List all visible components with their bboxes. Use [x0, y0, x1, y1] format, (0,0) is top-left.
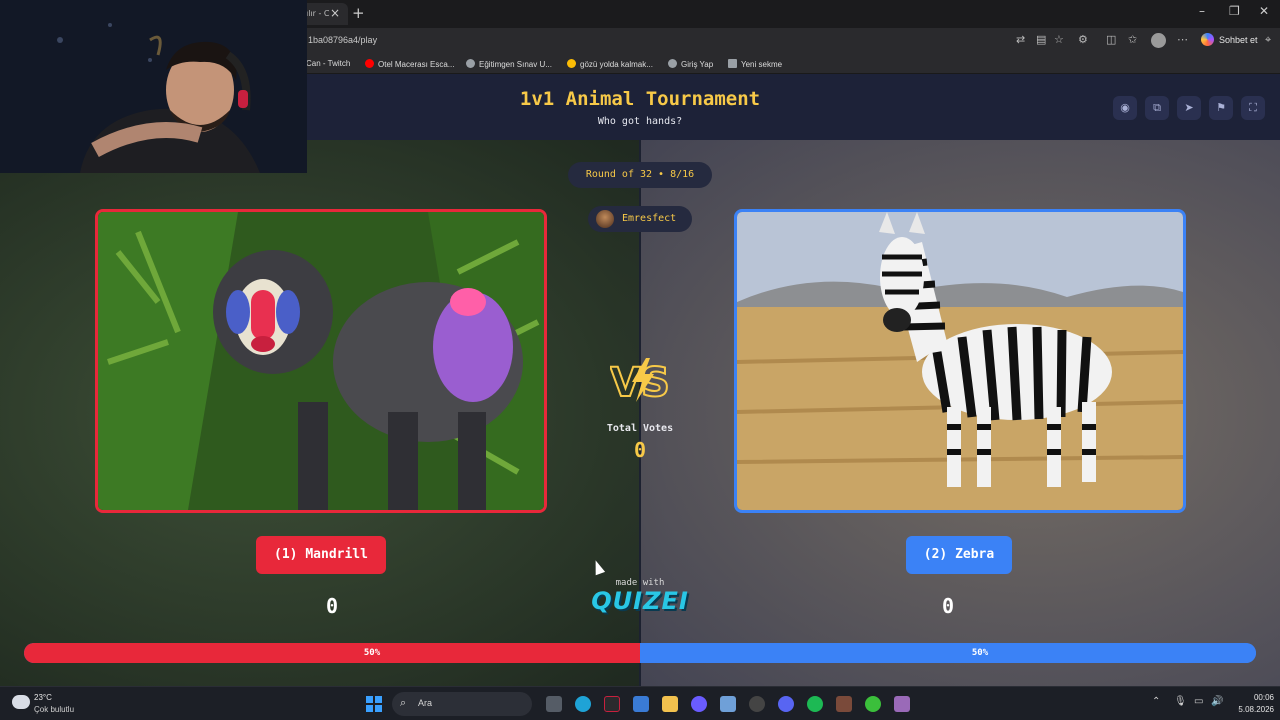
youtube-icon: [365, 59, 374, 68]
search-label: Ara: [418, 698, 433, 708]
flag-icon[interactable]: ⚑: [1209, 96, 1233, 120]
reader-icon[interactable]: ▤: [1036, 33, 1046, 46]
volume-icon[interactable]: 🔊: [1211, 696, 1223, 707]
game-icon[interactable]: [836, 696, 852, 712]
webcam-image: [0, 0, 307, 173]
close-tab-icon[interactable]: ×: [330, 6, 340, 20]
bookmark-item[interactable]: Giriş Yap: [668, 59, 713, 69]
network-icon[interactable]: ▭: [1194, 696, 1203, 707]
store-icon[interactable]: [633, 696, 649, 712]
send-icon[interactable]: ➤: [1177, 96, 1201, 120]
eye-icon[interactable]: ◉: [1113, 96, 1137, 120]
globe-icon: [668, 59, 677, 68]
weather-cloud-icon[interactable]: [12, 695, 30, 709]
share-icon[interactable]: ⧉: [1145, 96, 1169, 120]
more-menu-icon[interactable]: ⋯: [1177, 33, 1188, 46]
mandrill-card[interactable]: [95, 209, 547, 513]
quizei-logo[interactable]: QUIZEI: [580, 587, 700, 615]
vote-progress-bar: 50% 50%: [24, 643, 1256, 663]
search-icon: ⌕: [400, 696, 407, 709]
profile-avatar[interactable]: [1151, 33, 1166, 48]
round-indicator: Round of 32 • 8/16: [568, 162, 712, 188]
vs-icon: VS: [610, 358, 670, 404]
username: Emresfect: [622, 213, 677, 224]
zebra-vote-count: 0: [941, 594, 955, 618]
favorites-icon[interactable]: ✩: [1128, 33, 1137, 46]
mandrill-vote-count: 0: [325, 594, 339, 618]
new-tab-icon[interactable]: +: [352, 4, 365, 22]
task-view-icon[interactable]: [546, 696, 562, 712]
mandrill-image: [98, 212, 544, 510]
tab-title: ılır - C: [306, 9, 330, 18]
url-text[interactable]: 1ba08796a4/play: [308, 35, 377, 45]
weather-desc[interactable]: Çok bulutlu: [34, 705, 74, 714]
google-icon: [567, 59, 576, 68]
zebra-card[interactable]: [734, 209, 1186, 513]
user-badge: Emresfect: [588, 206, 692, 232]
steam-icon[interactable]: [749, 696, 765, 712]
favorite-star-icon[interactable]: ☆: [1054, 33, 1064, 46]
avatar: [596, 210, 614, 228]
microphone-icon[interactable]: 🎙: [1174, 696, 1187, 707]
minimize-icon[interactable]: –: [1199, 4, 1205, 18]
zebra-image: [737, 212, 1183, 510]
file-explorer-icon[interactable]: [662, 696, 678, 712]
bookmark-item[interactable]: gözü yolda kalmak...: [567, 59, 653, 69]
globe-icon: [466, 59, 475, 68]
translate-icon[interactable]: ⇄: [1016, 33, 1025, 46]
copilot-app-icon[interactable]: [691, 696, 707, 712]
total-votes-value: 0: [633, 438, 647, 462]
clock-date[interactable]: 5.08.2026: [1228, 705, 1274, 714]
copilot-button[interactable]: Sohbet et: [1219, 35, 1258, 45]
edge-icon[interactable]: [575, 696, 591, 712]
app-icon[interactable]: [894, 696, 910, 712]
bookmark-item[interactable]: Can - Twitch: [306, 59, 350, 68]
xbox-icon[interactable]: [865, 696, 881, 712]
split-icon[interactable]: ◫: [1106, 33, 1116, 46]
taskbar-search[interactable]: ⌕ Ara: [392, 692, 532, 716]
close-window-icon[interactable]: ✕: [1259, 4, 1269, 18]
bookmark-item[interactable]: Eğitimgen Sınav U...: [466, 59, 552, 69]
discord-icon[interactable]: [778, 696, 794, 712]
copilot-icon[interactable]: [1201, 33, 1214, 46]
zebra-percent: 50%: [971, 648, 989, 658]
maximize-icon[interactable]: ❐: [1229, 4, 1240, 18]
spotify-icon[interactable]: [807, 696, 823, 712]
vote-mandrill-button[interactable]: (1) Mandrill: [256, 536, 386, 574]
app-icon[interactable]: [604, 696, 620, 712]
tray-overflow-icon[interactable]: ⌃: [1152, 696, 1160, 707]
clock-time[interactable]: 00:06: [1238, 693, 1274, 702]
total-votes-label: Total Votes: [606, 423, 674, 434]
sidebar-icon[interactable]: ⌖: [1265, 33, 1271, 47]
app-icon[interactable]: [720, 696, 736, 712]
mandrill-percent: 50%: [363, 648, 381, 658]
bookmark-item[interactable]: Otel Macerası Esca...: [365, 59, 454, 69]
fullscreen-icon[interactable]: ⛶: [1241, 96, 1265, 120]
weather-temp[interactable]: 23°C: [34, 693, 52, 702]
bookmark-item[interactable]: Yeni sekme: [728, 59, 782, 69]
extensions-icon[interactable]: ⚙: [1078, 33, 1088, 46]
vote-zebra-button[interactable]: (2) Zebra: [906, 536, 1012, 574]
windows-start-icon[interactable]: [366, 696, 382, 712]
browser-tab[interactable]: ılır - C: [300, 3, 348, 25]
webcam-overlay: [0, 0, 307, 173]
page-icon: [728, 59, 737, 68]
taskbar: 23°C Çok bulutlu ⌕ Ara ⌃ 🎙 ▭ 🔊 00:06 5.0…: [0, 686, 1280, 720]
screen: ılır - C × + – ❐ ✕ 1ba08796a4/play ⇄ ▤ ☆…: [0, 0, 1280, 720]
